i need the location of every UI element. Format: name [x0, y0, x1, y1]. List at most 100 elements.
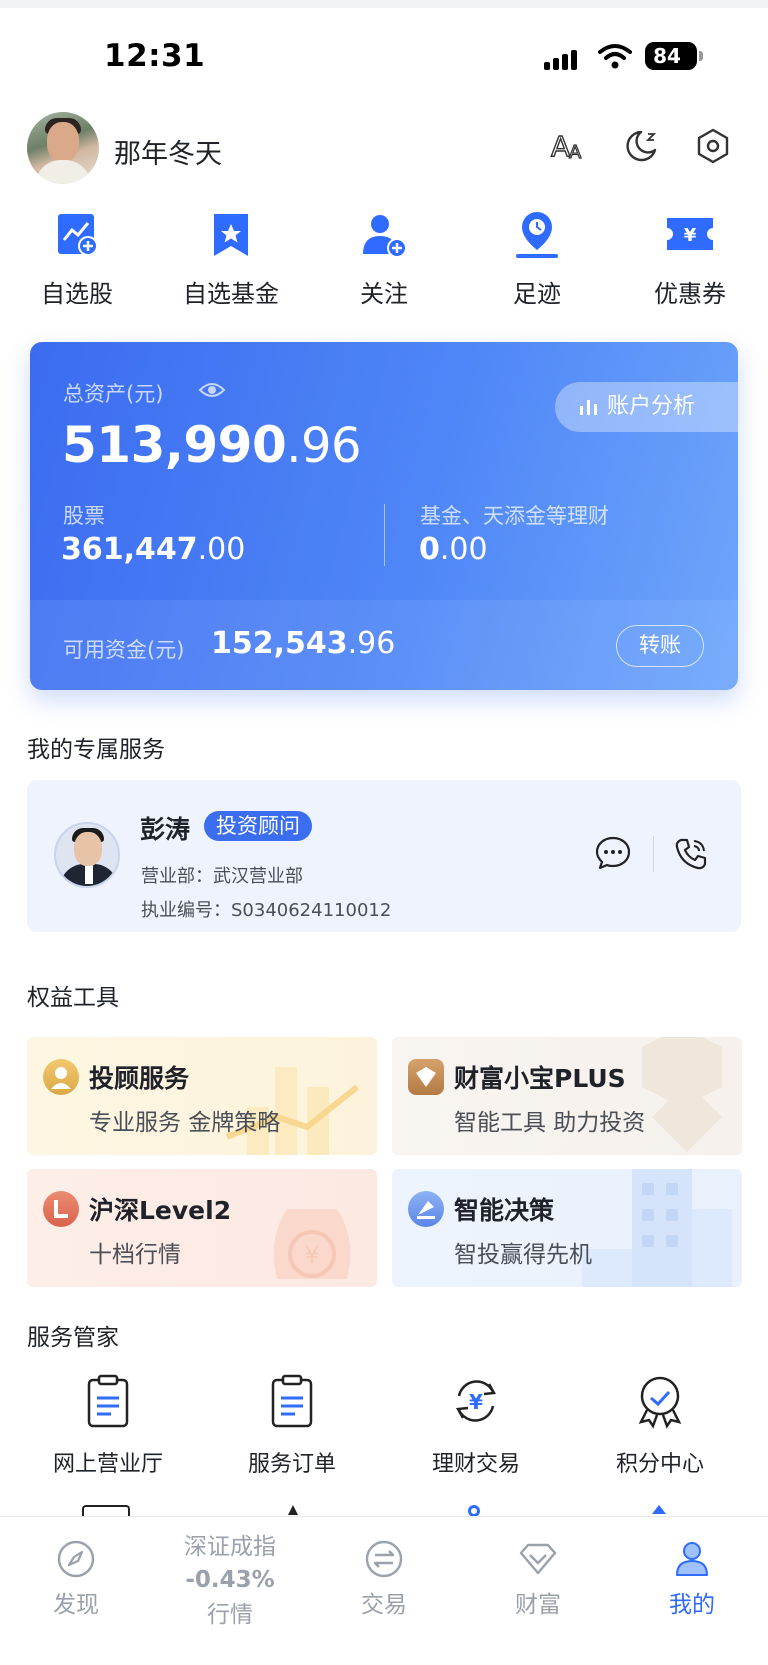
- svg-text:¥: ¥: [304, 1241, 319, 1269]
- advisor-card[interactable]: 彭涛 投资顾问 营业部：武汉营业部 执业编号：S0340624110012: [27, 780, 741, 932]
- advisor-department: 营业部：武汉营业部: [141, 866, 303, 887]
- building-decoration: [582, 1169, 732, 1287]
- quick-action-history[interactable]: 足迹: [462, 210, 612, 320]
- status-time: 12:31: [104, 38, 206, 74]
- tab-discover[interactable]: 发现: [16, 1531, 136, 1619]
- diamond-icon: [519, 1543, 557, 1575]
- quick-action-label: 关注: [360, 280, 408, 308]
- benefit-card-wealth-plus[interactable]: 财富小宝PLUS 智能工具 助力投资: [392, 1037, 742, 1155]
- night-mode-icon[interactable]: [621, 126, 661, 166]
- quick-action-watchlist-funds[interactable]: 自选基金: [156, 210, 306, 320]
- advisor-service-icon: [43, 1059, 79, 1095]
- level2-icon: [43, 1191, 79, 1227]
- compass-icon: [57, 1540, 95, 1578]
- total-assets-value: 513,990.96: [62, 416, 362, 474]
- diamond-decoration: [642, 1037, 722, 1152]
- service-item-orders[interactable]: 服务订单: [212, 1372, 372, 1478]
- account-analysis-button[interactable]: 账户分析: [555, 382, 738, 432]
- smart-decision-icon: [408, 1191, 444, 1227]
- user-avatar[interactable]: [27, 112, 99, 184]
- battery-indicator: 84: [645, 42, 703, 70]
- phone-icon[interactable]: [673, 836, 709, 872]
- tab-label: 行情: [207, 1602, 253, 1628]
- tab-label: 财富: [515, 1592, 561, 1618]
- total-assets-label: 总资产(元): [63, 382, 164, 406]
- fund-value: 0.00: [419, 532, 488, 567]
- divider: [653, 836, 654, 872]
- tab-mine[interactable]: 我的: [632, 1531, 752, 1619]
- stock-value: 361,447.00: [61, 532, 246, 567]
- location-clock-icon: [516, 212, 558, 258]
- quick-action-label: 优惠券: [654, 280, 726, 308]
- benefit-card-title: 投顾服务: [89, 1064, 190, 1093]
- chat-icon[interactable]: [595, 836, 631, 870]
- settings-icon[interactable]: [693, 126, 733, 166]
- advisor-name: 彭涛: [140, 815, 191, 844]
- benefit-card-title: 沪深Level2: [89, 1196, 232, 1225]
- profile-header: 那年冬天 A A: [27, 112, 747, 184]
- medal-icon: [638, 1376, 682, 1429]
- service-item-label: 服务订单: [247, 1452, 336, 1477]
- font-size-icon[interactable]: A A: [549, 126, 589, 166]
- username[interactable]: 那年冬天: [114, 132, 222, 171]
- svg-text:A: A: [551, 130, 570, 163]
- service-item-label: 积分中心: [615, 1452, 704, 1477]
- user-add-icon: [363, 215, 407, 258]
- fund-label: 基金、天添金等理财: [420, 504, 609, 528]
- index-change: -0.43%: [185, 1567, 275, 1593]
- stock-label: 股票: [63, 504, 105, 528]
- tab-trade[interactable]: 交易: [324, 1531, 444, 1619]
- wealth-plus-icon: [408, 1059, 444, 1095]
- tab-label: 交易: [361, 1592, 407, 1618]
- service-item-wealth-trade[interactable]: ¥ 理财交易: [396, 1372, 556, 1478]
- status-bar: 12:31 84: [0, 8, 768, 98]
- svg-text:¥: ¥: [684, 225, 697, 246]
- tab-market[interactable]: 深证成指 -0.43% 行情: [170, 1521, 290, 1629]
- benefit-card-level2[interactable]: ¥ 沪深Level2 十档行情: [27, 1169, 377, 1287]
- benefit-card-title: 财富小宝PLUS: [454, 1064, 626, 1093]
- index-name: 深证成指: [184, 1534, 276, 1560]
- service-item-label: 理财交易: [431, 1452, 520, 1477]
- quick-action-watchlist-stocks[interactable]: 自选股: [2, 210, 152, 320]
- stock-trend-icon: [58, 214, 98, 256]
- section-title-benefit-tools: 权益工具: [27, 985, 119, 1011]
- yuan-exchange-icon: ¥: [455, 1380, 497, 1422]
- quick-action-label: 自选股: [41, 280, 113, 308]
- quick-action-label: 自选基金: [183, 280, 279, 308]
- bookmark-star-icon: [214, 214, 248, 256]
- service-item-online-hall[interactable]: 网上营业厅: [28, 1372, 188, 1478]
- advisor-license: 执业编号：S0340624110012: [141, 900, 392, 921]
- order-list-icon: [271, 1374, 313, 1428]
- benefit-card-subtitle: 智能工具 助力投资: [454, 1110, 646, 1136]
- bottom-tab-bar: 发现 深证成指 -0.43% 行情 交易 财富 我的: [0, 1516, 768, 1665]
- wifi-icon: [598, 44, 632, 69]
- section-title-service-manager: 服务管家: [27, 1325, 119, 1351]
- top-strip: [0, 0, 768, 8]
- available-funds-label: 可用资金(元): [63, 638, 185, 662]
- quick-action-label: 足迹: [513, 280, 561, 308]
- chart-decoration: [225, 1067, 359, 1155]
- quick-action-follow[interactable]: 关注: [309, 210, 459, 320]
- benefit-card-subtitle: 十档行情: [89, 1242, 181, 1268]
- quick-actions: 自选股 自选基金 关注 足迹 ¥ 优惠券: [0, 210, 768, 320]
- tab-label: 发现: [53, 1592, 99, 1618]
- eye-icon[interactable]: [198, 379, 226, 401]
- section-title-exclusive-service: 我的专属服务: [27, 737, 165, 763]
- bar-chart-icon: [580, 400, 597, 415]
- transfer-button[interactable]: 转账: [616, 625, 704, 667]
- service-item-points-center[interactable]: 积分中心: [580, 1372, 740, 1478]
- user-icon: [676, 1542, 708, 1576]
- cellular-signal-icon: [544, 48, 584, 70]
- asset-card[interactable]: 总资产(元) 513,990.96 账户分析 股票 361,447.00 基金、…: [30, 342, 738, 690]
- benefit-card-smart-decision[interactable]: 智能决策 智投赢得先机: [392, 1169, 742, 1287]
- tab-wealth[interactable]: 财富: [478, 1531, 598, 1619]
- available-funds-row: 可用资金(元) 152,543.96 转账: [30, 600, 738, 690]
- clipboard-icon: [87, 1374, 129, 1428]
- benefit-card-title: 智能决策: [454, 1196, 555, 1225]
- coupon-yuan-icon: ¥: [667, 218, 713, 250]
- benefit-card-advisory-service[interactable]: 投顾服务 专业服务 金牌策略: [27, 1037, 377, 1155]
- money-bag-decoration: ¥: [273, 1209, 351, 1279]
- benefit-card-subtitle: 专业服务 金牌策略: [89, 1110, 281, 1136]
- quick-action-coupons[interactable]: ¥ 优惠券: [615, 210, 765, 320]
- available-funds-value: 152,543.96: [211, 626, 396, 661]
